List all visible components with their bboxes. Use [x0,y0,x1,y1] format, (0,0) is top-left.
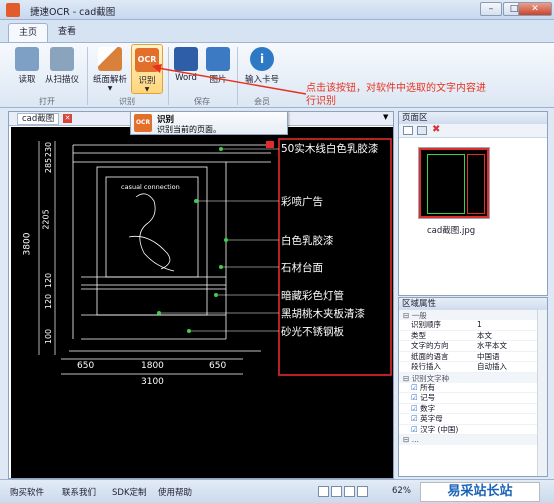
dim-label: 285 [44,157,54,174]
drawing-annotation: 石材台面 [281,262,323,274]
prop-row[interactable]: 纸面的语言 中国语 [399,352,547,362]
minimize-button[interactable]: – [480,2,502,16]
drawing-annotation: 彩喷广告 [281,196,323,208]
close-button[interactable]: ✕ [518,2,552,16]
document-tab[interactable]: cad截图 [17,113,60,125]
check-row[interactable]: ☑ 数字 [399,404,547,414]
page-thumbnail[interactable] [418,147,490,219]
drawing-annotation: 白色乳胶漆 [281,235,334,247]
checkbox-icon[interactable]: ☑ [411,414,418,423]
scanner-icon [50,47,74,71]
selection-close-icon[interactable] [266,141,274,148]
dim-label: 3800 [22,232,33,256]
drawing-annotation: 砂光不锈钢板 [281,326,344,338]
group-open-label: 打开 [39,97,55,106]
scanner-button[interactable]: 从扫描仪 [42,47,82,85]
prop-row[interactable]: 识别顺序 1 [399,320,547,331]
dropdown-arrow-icon: ▼ [107,85,113,92]
dim-label: 120 [44,293,54,310]
thumbnail-label: cad截图.jpg [427,226,476,236]
page-panel: 页面区 ✖ cad截图.jpg [398,111,548,296]
dim-label: 120 [44,272,54,289]
properties-panel: 区域属性 ⊟ 一般 识别顺序 1 类型 本文 文字的方向 水平本文 纸面的语言 中国语 … [398,297,548,477]
collapse-icon[interactable]: ⊟ [403,311,409,320]
check-row[interactable]: ☑ 汉字 (中国) [399,425,547,435]
check-row[interactable]: ☑ 英字母 [399,414,547,425]
fit-width-icon[interactable] [318,486,329,497]
tooltip-desc: 识别当前的页面。 [157,125,221,134]
checkbox-icon[interactable]: ☑ [411,404,418,413]
props-scrollbar[interactable] [537,310,547,476]
page-panel-toolbar: ✖ [399,124,547,138]
tab-home[interactable]: 主页 [8,23,49,42]
checkbox-icon[interactable]: ☑ [411,383,418,392]
dim-label: 2205 [41,209,51,230]
sign-text: casual connection [121,183,180,191]
layout-analysis-icon [98,47,122,71]
layout-analysis-button[interactable]: 纸面解析 ▼ [92,47,128,92]
window-title: 捷速OCR - cad截图 [30,7,116,18]
check-row[interactable]: ☑ 所有 [399,383,547,393]
app-icon [6,3,20,17]
selection-box[interactable] [278,138,392,376]
drawing-annotation: 暗藏彩色灯管 [281,290,344,302]
collapse-icon[interactable]: ⊟ [403,435,409,444]
callout-text: 点击该按钮，对软件中选取的文字内容进行识别 [306,83,486,107]
props-section: ⊟ ... [399,435,547,445]
read-button[interactable]: 读取 [12,47,42,85]
actual-size-icon[interactable] [344,486,355,497]
document-pane: cad截图 ✕ ▼ 50实木线白色乳胶漆 彩喷广告 白色乳胶漆 石材台面 暗藏彩… [8,111,394,479]
page-view-icon[interactable] [403,126,413,135]
prop-row[interactable]: 类型 本文 [399,331,547,341]
tab-view[interactable]: 查看 [48,23,86,42]
tab-menu-icon[interactable]: ▼ [383,113,388,121]
buy-link[interactable]: 购买软件 [10,486,44,498]
close-tab-icon[interactable]: ✕ [63,114,72,123]
dim-label: 100 [44,328,54,345]
props-section: ⊟ 识别文字种 [399,372,547,383]
drawing-annotation: 50实木线白色乳胶漆 [281,143,379,155]
delete-page-icon[interactable]: ✖ [432,124,440,135]
zoom-out-icon[interactable] [357,486,368,497]
fit-page-icon[interactable] [331,486,342,497]
ocr-icon: OCR [134,114,152,132]
watermark: 易采站长站 [420,482,540,502]
page-list-icon[interactable] [417,126,427,135]
checkbox-icon[interactable]: ☑ [411,393,418,402]
help-link[interactable]: 使用帮助 [158,486,192,498]
dim-label: 650 [209,361,227,371]
contact-link[interactable]: 联系我们 [62,486,96,498]
title-bar: 捷速OCR - cad截图 – □ ✕ [0,0,554,20]
dim-label: 230 [44,141,54,158]
dim-label: 1800 [141,361,164,371]
group-divider [87,47,88,105]
drawing-canvas[interactable]: 50实木线白色乳胶漆 彩喷广告 白色乳胶漆 石材台面 暗藏彩色灯管 黑胡桃木夹板… [11,127,393,478]
view-tools [318,486,386,497]
status-bar: 购买软件 联系我们 SDK定制 使用帮助 62% 易采站长站 [0,479,554,503]
prop-row[interactable]: 段行插入 自动插入 [399,362,547,373]
ribbon-tabs: 主页 查看 [0,20,554,42]
dim-label: 3100 [141,377,164,387]
zoom-level: 62% [392,486,411,496]
page-panel-title: 页面区 [399,112,547,124]
properties-title: 区域属性 [399,298,547,310]
props-table: 识别顺序 1 类型 本文 文字的方向 水平本文 纸面的语言 中国语 段行插入 自动插入 [399,320,547,373]
callout-arrow [152,64,307,95]
collapse-icon[interactable]: ⊟ [403,374,409,383]
dim-label: 650 [77,361,95,371]
checkbox-icon[interactable]: ☑ [411,425,418,434]
sdk-link[interactable]: SDK定制 [112,486,147,498]
read-icon [15,47,39,71]
recognize-tooltip: OCR 识别 识别当前的页面。 [130,111,288,135]
drawing-annotation: 黑胡桃木夹板清漆 [281,308,365,320]
check-row[interactable]: ☑ 记号 [399,393,547,404]
props-section: ⊟ 一般 [399,310,547,320]
prop-row[interactable]: 文字的方向 水平本文 [399,341,547,352]
